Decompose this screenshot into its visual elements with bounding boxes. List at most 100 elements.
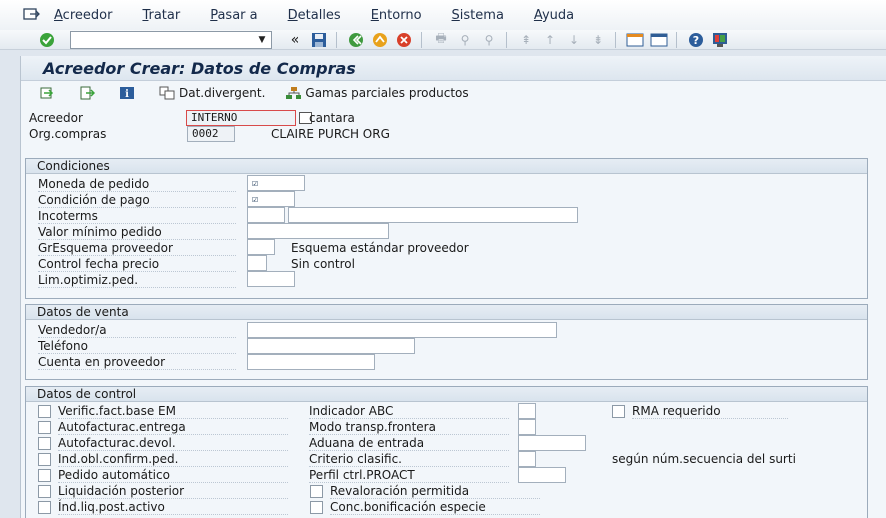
incoterms-field[interactable] <box>247 207 285 223</box>
control-fecha-field[interactable] <box>247 255 267 271</box>
help-icon[interactable]: ? <box>687 32 705 48</box>
ind-liq-checkbox[interactable] <box>38 501 51 514</box>
gamas-parciales-button[interactable]: Gamas parciales productos <box>285 86 469 100</box>
other-vendor-button[interactable] <box>39 86 59 100</box>
save-icon[interactable] <box>310 32 328 48</box>
gamas-parciales-label: Gamas parciales productos <box>305 86 469 100</box>
hierarchy-icon <box>285 86 302 100</box>
condicion-pago-label: Condición de pago <box>38 193 236 208</box>
exit-icon[interactable] <box>371 32 389 48</box>
menu-pasar-a[interactable]: Pasar a <box>210 8 257 23</box>
command-field[interactable]: ▼ <box>70 30 272 49</box>
conc-bonif-checkbox[interactable] <box>310 501 323 514</box>
incoterms-2-field[interactable] <box>288 207 578 223</box>
criterio-label: Criterio clasific. <box>309 452 509 467</box>
moneda-label: Moneda de pedido <box>38 177 236 192</box>
telefono-label: Teléfono <box>38 339 236 354</box>
autofact-entrega-checkbox[interactable] <box>38 421 51 434</box>
rma-checkbox[interactable] <box>612 405 625 418</box>
menu-detalles[interactable]: Detalles <box>288 8 341 23</box>
find-next-icon[interactable]: ⚲ <box>480 32 498 48</box>
aduana-field[interactable] <box>518 435 586 451</box>
next-page-icon[interactable]: ↓ <box>565 32 583 48</box>
modo-transp-label: Modo transp.frontera <box>309 420 509 435</box>
enter-check-icon[interactable] <box>38 32 56 48</box>
application-toolbar: i Dat.divergent. Gamas parciales product… <box>21 81 886 105</box>
new-session-icon[interactable] <box>626 32 644 48</box>
info-button[interactable]: i <box>119 86 139 100</box>
datos-control-title: Datos de control <box>26 387 867 402</box>
org-compras-name: CLAIRE PURCH ORG <box>271 127 390 141</box>
org-compras-field[interactable]: 0002 <box>187 126 235 142</box>
liquidacion-label: Liquidación posterior <box>58 484 288 499</box>
toolbar-separator <box>336 31 337 48</box>
criterio-field[interactable] <box>518 451 536 467</box>
cuenta-proveedor-field[interactable] <box>247 354 375 370</box>
layout-menu-icon[interactable] <box>711 32 729 48</box>
perfil-field[interactable] <box>518 467 566 483</box>
autofact-devol-checkbox[interactable] <box>38 437 51 450</box>
title-bar: Acreedor Crear: Datos de Compras <box>21 56 886 81</box>
divergent-data-icon <box>159 86 175 100</box>
rma-label: RMA requerido <box>632 404 788 419</box>
previous-page-icon[interactable]: ↑ <box>541 32 559 48</box>
back-icon[interactable] <box>347 32 365 48</box>
perfil-label: Perfil ctrl.PROACT <box>309 468 509 483</box>
datos-control-group: Datos de control Verific.fact.base EM Au… <box>25 386 868 518</box>
page-title: Acreedor Crear: Datos de Compras <box>43 58 356 78</box>
gresquema-field[interactable] <box>247 239 275 255</box>
svg-text:i: i <box>125 89 129 100</box>
toolbar-separator <box>676 31 677 48</box>
revaloracion-label: Revaloración permitida <box>330 484 540 499</box>
autofact-devol-label: Autofacturac.devol. <box>58 436 288 451</box>
indicador-abc-label: Indicador ABC <box>309 404 509 419</box>
conc-bonif-label: Conc.bonificación especie <box>330 500 540 515</box>
moneda-field[interactable]: ☑ <box>247 175 305 191</box>
vendedor-field[interactable] <box>247 322 557 338</box>
verific-checkbox[interactable] <box>38 405 51 418</box>
last-page-icon[interactable]: ⇟ <box>589 32 607 48</box>
menu-ayuda[interactable]: Ayuda <box>534 8 574 23</box>
toolbar-separator <box>615 31 616 48</box>
incoterms-label: Incoterms <box>38 209 236 224</box>
other-object-icon <box>39 86 55 100</box>
find-icon[interactable]: ⚲ <box>456 32 474 48</box>
toolbar-separator <box>421 31 422 48</box>
dat-divergent-label: Dat.divergent. <box>179 86 266 100</box>
menu-sistema[interactable]: Sistema <box>452 8 504 23</box>
next-screen-button[interactable] <box>79 86 99 100</box>
datos-venta-group: Datos de venta Vendedor/a Teléfono Cuent… <box>25 304 868 380</box>
indicador-abc-field[interactable] <box>518 403 536 419</box>
datos-venta-title: Datos de venta <box>26 305 867 320</box>
condiciones-title: Condiciones <box>26 159 867 174</box>
lim-optimiz-field[interactable] <box>247 271 295 287</box>
standard-toolbar: ▼ « 🖶 ⚲ ⚲ ⇞ ↑ ↓ ⇟ ? <box>0 30 886 50</box>
chevron-down-icon[interactable]: ▼ <box>255 34 269 46</box>
ind-liq-label: Índ.liq.post.activo <box>58 500 288 515</box>
dat-divergent-button[interactable]: Dat.divergent. <box>159 86 265 100</box>
next-screen-icon <box>79 86 95 100</box>
system-menu-icon[interactable] <box>22 7 42 23</box>
print-icon[interactable]: 🖶 <box>432 31 450 48</box>
liquidacion-checkbox[interactable] <box>38 485 51 498</box>
condicion-pago-field[interactable]: ☑ <box>247 191 295 207</box>
acreedor-field[interactable]: INTERNO <box>186 110 296 126</box>
cuenta-proveedor-label: Cuenta en proveedor <box>38 355 236 370</box>
pedido-auto-checkbox[interactable] <box>38 469 51 482</box>
menu-entorno[interactable]: Entorno <box>371 8 422 23</box>
required-check-icon: ☑ <box>252 178 259 189</box>
menu-tratar[interactable]: Tratar <box>142 8 180 23</box>
revaloracion-checkbox[interactable] <box>310 485 323 498</box>
valor-minimo-field[interactable] <box>247 223 389 239</box>
shortcut-icon[interactable] <box>650 32 668 48</box>
vendedor-label: Vendedor/a <box>38 323 236 338</box>
menu-acreedor[interactable]: Acreedor <box>54 8 112 23</box>
ind-obl-checkbox[interactable] <box>38 453 51 466</box>
cancel-icon[interactable] <box>395 32 413 48</box>
back-chevron-icon[interactable]: « <box>286 32 304 48</box>
first-page-icon[interactable]: ⇞ <box>517 32 535 48</box>
modo-transp-field[interactable] <box>518 419 536 435</box>
autofact-entrega-label: Autofacturac.entrega <box>58 420 288 435</box>
telefono-field[interactable] <box>247 338 415 354</box>
control-fecha-label: Control fecha precio <box>38 257 236 272</box>
